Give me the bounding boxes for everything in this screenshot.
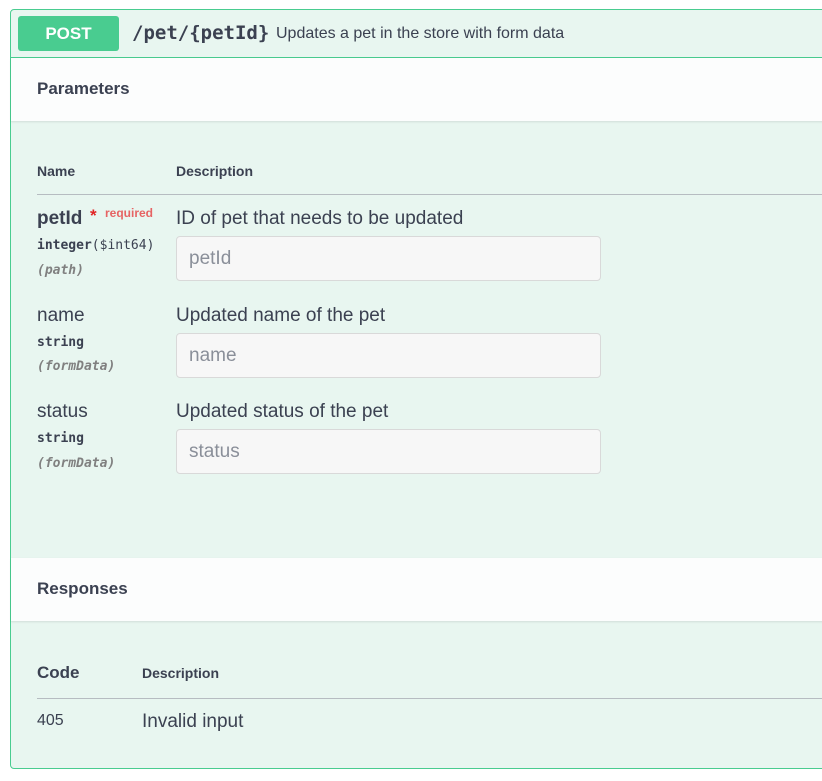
parameters-header-divider — [37, 194, 822, 195]
parameters-col-name: Name — [37, 163, 76, 179]
responses-section-header: Responses — [11, 558, 822, 621]
param-in-name: (formData) — [37, 359, 116, 374]
operation-path[interactable]: /pet/{petId} — [132, 22, 269, 44]
param-name-petid: petId — [37, 208, 83, 229]
response-code: 405 — [37, 712, 64, 729]
param-type-status: string — [37, 431, 84, 446]
responses-title: Responses — [37, 579, 128, 598]
param-name-status: status — [37, 401, 88, 422]
param-format-value: ($int64) — [91, 238, 155, 253]
operation-block-post-pet-petid: POST /pet/{petId} Updates a pet in the s… — [10, 9, 822, 769]
responses-header-divider — [37, 698, 822, 699]
name-input[interactable] — [176, 333, 601, 378]
operation-summary[interactable]: POST /pet/{petId} Updates a pet in the s… — [11, 10, 822, 58]
param-type-name: string — [37, 335, 84, 350]
param-type-petid: integer($int64) — [37, 238, 154, 253]
method-badge[interactable]: POST — [18, 16, 119, 51]
parameters-col-description: Description — [176, 163, 254, 179]
required-star: * — [90, 206, 97, 225]
operation-summary-text: Updates a pet in the store with form dat… — [276, 25, 565, 42]
required-label: required — [105, 206, 154, 220]
param-in-status: (formData) — [37, 456, 116, 471]
param-name-name: name — [37, 305, 85, 326]
responses-col-code: Code — [37, 663, 80, 682]
status-input[interactable] — [176, 429, 601, 474]
petid-input[interactable] — [176, 236, 601, 281]
param-description-name: Updated name of the pet — [176, 305, 386, 326]
param-description-status: Updated status of the pet — [176, 401, 389, 422]
responses-col-description: Description — [142, 665, 220, 681]
param-in-petid: (path) — [37, 263, 84, 278]
param-description-petid: ID of pet that needs to be updated — [176, 208, 464, 229]
parameters-section-header: Parameters — [11, 58, 822, 121]
param-type-value: integer — [37, 238, 92, 253]
parameters-title: Parameters — [37, 79, 130, 98]
response-description: Invalid input — [142, 711, 244, 732]
